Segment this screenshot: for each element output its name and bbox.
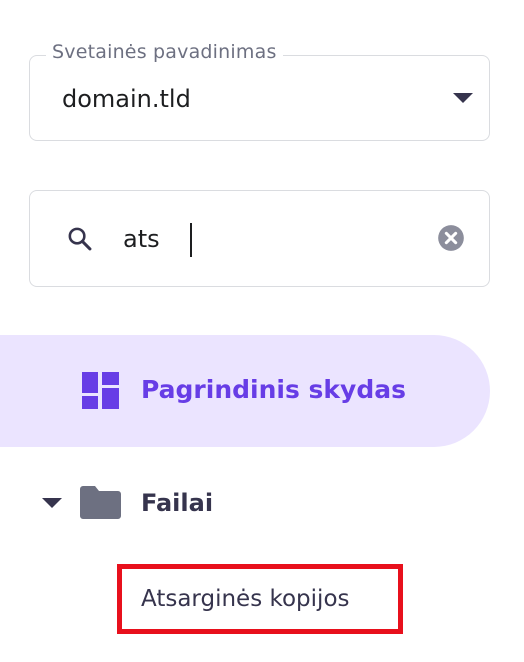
website-select[interactable]: Svetainės pavadinimas domain.tld <box>29 40 490 141</box>
search-icon <box>68 227 92 251</box>
website-select-label: Svetainės pavadinimas <box>46 40 283 64</box>
chevron-down-icon[interactable] <box>42 498 62 508</box>
nav-item-dashboard-label: Pagrindinis skydas <box>141 375 406 404</box>
folder-icon <box>80 486 121 519</box>
website-select-value: domain.tld <box>62 85 191 113</box>
clear-circle-icon[interactable] <box>437 224 465 252</box>
dashboard-grid-icon <box>82 372 119 409</box>
text-cursor <box>190 223 192 257</box>
nav-item-files-label: Failai <box>141 489 214 517</box>
nav-item-dashboard[interactable]: Pagrindinis skydas <box>0 335 490 447</box>
nav-subitem-backups-label: Atsarginės kopijos <box>141 586 350 612</box>
search-input[interactable] <box>123 217 423 261</box>
nav-subitem-backups[interactable]: Atsarginės kopijos <box>117 564 403 634</box>
nav-item-files[interactable]: Failai <box>0 475 490 531</box>
sidebar-panel: Svetainės pavadinimas domain.tld Pagrind… <box>0 0 524 662</box>
search-field[interactable] <box>29 190 490 287</box>
chevron-down-icon <box>453 93 473 103</box>
